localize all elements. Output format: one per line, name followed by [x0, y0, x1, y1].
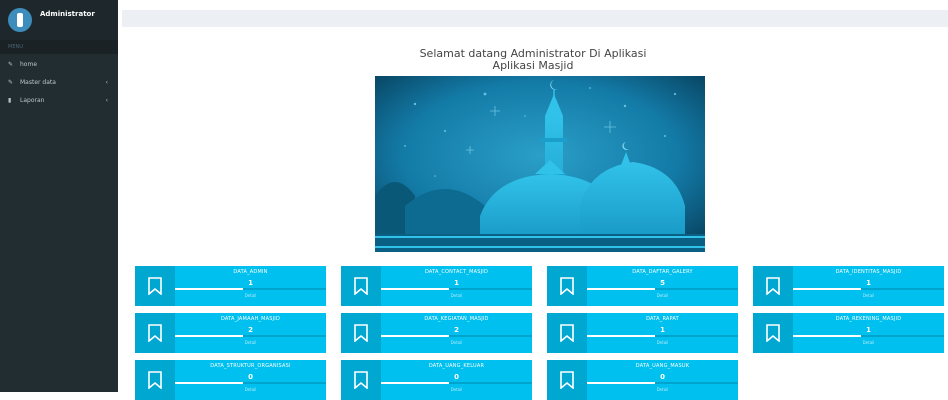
bookmark-icon [753, 266, 793, 306]
mosque-illustration [375, 76, 705, 252]
info-box-count: 1 [660, 326, 665, 334]
info-box-data-struktur-organisasi[interactable]: DATA_STRUKTUR_ORGANISASI 0 Detail [135, 360, 326, 400]
progress-bar [381, 288, 532, 290]
sidebar-item-label: Laporan [20, 96, 45, 104]
info-box-data-rapat[interactable]: DATA_RAPAT 1 Detail [547, 313, 738, 353]
progress-bar [175, 382, 326, 384]
bookmark-icon [547, 360, 587, 400]
info-box-detail[interactable]: Detail [587, 387, 738, 392]
bookmark-icon [135, 360, 175, 400]
info-box-detail[interactable]: Detail [381, 340, 532, 345]
sidebar-item-home[interactable]: ✎ home [0, 56, 118, 72]
welcome-message: Selamat datang Administrator Di Aplikasi… [118, 48, 948, 72]
info-box-count: 2 [248, 326, 253, 334]
avatar [8, 8, 32, 32]
info-box-title: DATA_JAMAAH_MASJID [220, 316, 281, 322]
bookmark-icon [753, 313, 793, 353]
edit-icon: ✎ [8, 78, 14, 86]
info-box-content: DATA_ADMIN 1 Detail [175, 266, 326, 306]
progress-bar [587, 288, 738, 290]
info-box-content: DATA_REKENING_MASJID 1 Detail [793, 313, 944, 353]
info-box-data-uang-keluar[interactable]: DATA_UANG_KELUAR 0 Detail [341, 360, 532, 400]
user-name: Administrator [40, 10, 95, 18]
info-box-detail[interactable]: Detail [381, 387, 532, 392]
info-box-data-uang-masuk[interactable]: DATA_UANG_MASUK 0 Detail [547, 360, 738, 400]
bookmark-icon [135, 266, 175, 306]
bookmark-icon [135, 313, 175, 353]
welcome-line-2: Aplikasi Masjid [492, 59, 574, 72]
info-box-content: DATA_UANG_KELUAR 0 Detail [381, 360, 532, 400]
bookmark-icon [341, 313, 381, 353]
info-box-title: DATA_KEGIATAN_MASJID [424, 316, 489, 322]
top-navbar [122, 10, 948, 27]
sidebar-item-master-data[interactable]: ✎ Master data ‹ [0, 74, 118, 90]
sidebar-item-laporan[interactable]: ▮ Laporan ‹ [0, 92, 118, 108]
info-box-title: DATA_UANG_KELUAR [428, 363, 485, 369]
progress-bar [587, 335, 738, 337]
user-panel: Administrator [0, 0, 118, 40]
info-box-data-rekening-masjid[interactable]: DATA_REKENING_MASJID 1 Detail [753, 313, 944, 353]
info-box-detail[interactable]: Detail [175, 340, 326, 345]
progress-bar [175, 288, 326, 290]
info-box-count: 1 [248, 279, 253, 287]
sidebar-item-label: Master data [20, 78, 56, 86]
progress-bar [381, 335, 532, 337]
menu-header: MENU [0, 40, 118, 54]
info-box-count: 0 [454, 373, 459, 381]
info-box-count: 0 [660, 373, 665, 381]
info-box-content: DATA_KEGIATAN_MASJID 2 Detail [381, 313, 532, 353]
info-box-data-contact-masjid[interactable]: DATA_CONTACT_MASJID 1 Detail [341, 266, 532, 306]
info-box-title: DATA_RAPAT [646, 316, 679, 322]
info-box-data-admin[interactable]: DATA_ADMIN 1 Detail [135, 266, 326, 306]
bookmark-icon [341, 360, 381, 400]
progress-bar [587, 382, 738, 384]
info-box-content: DATA_DAFTAR_GALERY 5 Detail [587, 266, 738, 306]
mosque-banner-image [375, 76, 705, 252]
progress-bar [793, 335, 944, 337]
info-box-count: 2 [454, 326, 459, 334]
info-box-title: DATA_CONTACT_MASJID [424, 269, 489, 275]
progress-bar [175, 335, 326, 337]
info-box-content: DATA_CONTACT_MASJID 1 Detail [381, 266, 532, 306]
info-box-data-identitas-masjid[interactable]: DATA_IDENTITAS_MASJID 1 Detail [753, 266, 944, 306]
info-box-title: DATA_STRUKTUR_ORGANISASI [210, 363, 291, 369]
chevron-left-icon: ‹ [105, 78, 108, 86]
info-box-title: DATA_ADMIN [233, 269, 268, 275]
info-box-count: 1 [454, 279, 459, 287]
info-box-count: 1 [866, 326, 871, 334]
info-box-content: DATA_IDENTITAS_MASJID 1 Detail [793, 266, 944, 306]
bookmark-icon [547, 313, 587, 353]
info-box-content: DATA_UANG_MASUK 0 Detail [587, 360, 738, 400]
info-box-count: 1 [866, 279, 871, 287]
info-box-detail[interactable]: Detail [793, 340, 944, 345]
bar-chart-icon: ▮ [8, 96, 12, 104]
info-box-title: DATA_DAFTAR_GALERY [632, 269, 693, 275]
info-box-title: DATA_IDENTITAS_MASJID [835, 269, 902, 275]
info-box-data-kegiatan-masjid[interactable]: DATA_KEGIATAN_MASJID 2 Detail [341, 313, 532, 353]
sidebar-item-label: home [20, 60, 38, 68]
info-box-content: DATA_JAMAAH_MASJID 2 Detail [175, 313, 326, 353]
info-box-content: DATA_STRUKTUR_ORGANISASI 0 Detail [175, 360, 326, 400]
info-box-count: 5 [660, 279, 665, 287]
info-box-detail[interactable]: Detail [793, 293, 944, 298]
info-box-data-jamaah-masjid[interactable]: DATA_JAMAAH_MASJID 2 Detail [135, 313, 326, 353]
bookmark-icon [341, 266, 381, 306]
info-box-title: DATA_UANG_MASUK [635, 363, 690, 369]
info-box-detail[interactable]: Detail [175, 387, 326, 392]
info-box-detail[interactable]: Detail [175, 293, 326, 298]
info-box-detail[interactable]: Detail [587, 293, 738, 298]
progress-bar [793, 288, 944, 290]
info-box-data-daftar-galery[interactable]: DATA_DAFTAR_GALERY 5 Detail [547, 266, 738, 306]
edit-icon: ✎ [8, 60, 14, 68]
info-box-title: DATA_REKENING_MASJID [835, 316, 902, 322]
main-content: Selamat datang Administrator Di Aplikasi… [118, 0, 948, 400]
info-box-detail[interactable]: Detail [587, 340, 738, 345]
progress-bar [381, 382, 532, 384]
chevron-left-icon: ‹ [105, 96, 108, 104]
info-box-count: 0 [248, 373, 253, 381]
bookmark-icon [547, 266, 587, 306]
sidebar: Administrator MENU ✎ home ✎ Master data … [0, 0, 118, 392]
info-box-detail[interactable]: Detail [381, 293, 532, 298]
info-box-content: DATA_RAPAT 1 Detail [587, 313, 738, 353]
